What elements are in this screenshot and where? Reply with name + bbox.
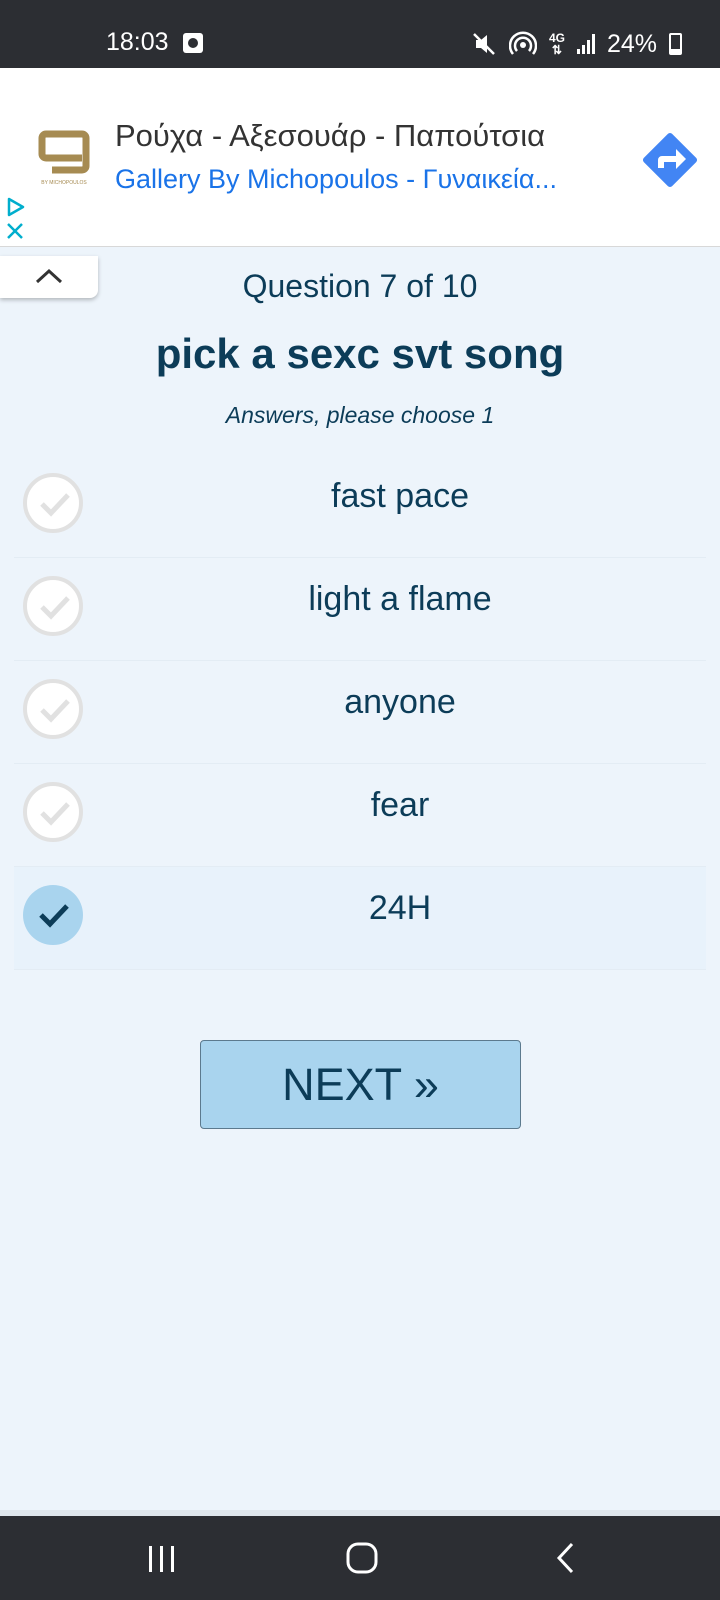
mute-icon xyxy=(473,33,495,55)
answer-option[interactable]: anyone xyxy=(14,661,706,764)
battery-icon xyxy=(669,33,682,55)
logo-caption: BY MICHOPOULOS xyxy=(41,180,87,186)
adchoices-icon[interactable] xyxy=(4,196,26,218)
checkmark-icon xyxy=(40,596,70,620)
back-icon[interactable] xyxy=(552,1538,578,1578)
check-circle-selected[interactable] xyxy=(23,885,83,945)
answer-option-selected[interactable]: 24H xyxy=(14,867,706,970)
checkmark-icon xyxy=(39,904,69,928)
media-icon xyxy=(183,33,203,53)
ad-banner[interactable]: BY MICHOPOULOS Ρούχα - Αξεσουάρ - Παπούτ… xyxy=(0,68,720,247)
answer-label: 24H xyxy=(368,889,432,927)
answer-label: light a flame xyxy=(308,580,492,618)
navigation-bar xyxy=(0,1516,720,1600)
check-circle[interactable] xyxy=(23,679,83,739)
question-counter: Question 7 of 10 xyxy=(242,268,478,304)
status-bar: 18:03 4G ⇅ 24% xyxy=(0,0,720,68)
check-circle[interactable] xyxy=(23,782,83,842)
answer-hint: Answers, please choose 1 xyxy=(225,402,495,428)
answer-option[interactable]: light a flame xyxy=(14,558,706,661)
answer-label: fear xyxy=(370,786,430,824)
battery-percent: 24% xyxy=(606,29,657,58)
checkmark-icon xyxy=(40,699,70,723)
home-icon[interactable] xyxy=(344,1538,380,1578)
network-4g-icon: 4G ⇅ xyxy=(548,31,565,57)
question-title: pick a sexc svt song xyxy=(155,330,565,377)
directions-arrow-icon[interactable] xyxy=(638,128,702,192)
signal-icon xyxy=(576,34,595,54)
ad-subtitle[interactable]: Gallery By Michopoulos - Γυναικεία... xyxy=(115,164,557,195)
answer-label: fast pace xyxy=(331,477,469,515)
status-time: 18:03 xyxy=(106,28,169,56)
status-icons: 4G ⇅ 24% xyxy=(471,28,682,60)
check-circle[interactable] xyxy=(23,576,83,636)
ad-title[interactable]: Ρούχα - Αξεσουάρ - Παπούτσια xyxy=(115,118,545,154)
hotspot-icon xyxy=(508,31,537,55)
checkmark-icon xyxy=(40,802,70,826)
recents-icon[interactable] xyxy=(145,1538,179,1578)
answer-label: anyone xyxy=(344,683,456,721)
answer-list: fast pace light a flame anyone fear 24H xyxy=(14,455,706,970)
check-circle[interactable] xyxy=(23,473,83,533)
ad-close-icon[interactable] xyxy=(4,220,26,242)
next-button[interactable]: NEXT » xyxy=(200,1040,521,1129)
answer-option[interactable]: fast pace xyxy=(14,455,706,558)
checkmark-icon xyxy=(40,493,70,517)
advertiser-logo: BY MICHOPOULOS xyxy=(38,130,90,186)
answer-option[interactable]: fear xyxy=(14,764,706,867)
